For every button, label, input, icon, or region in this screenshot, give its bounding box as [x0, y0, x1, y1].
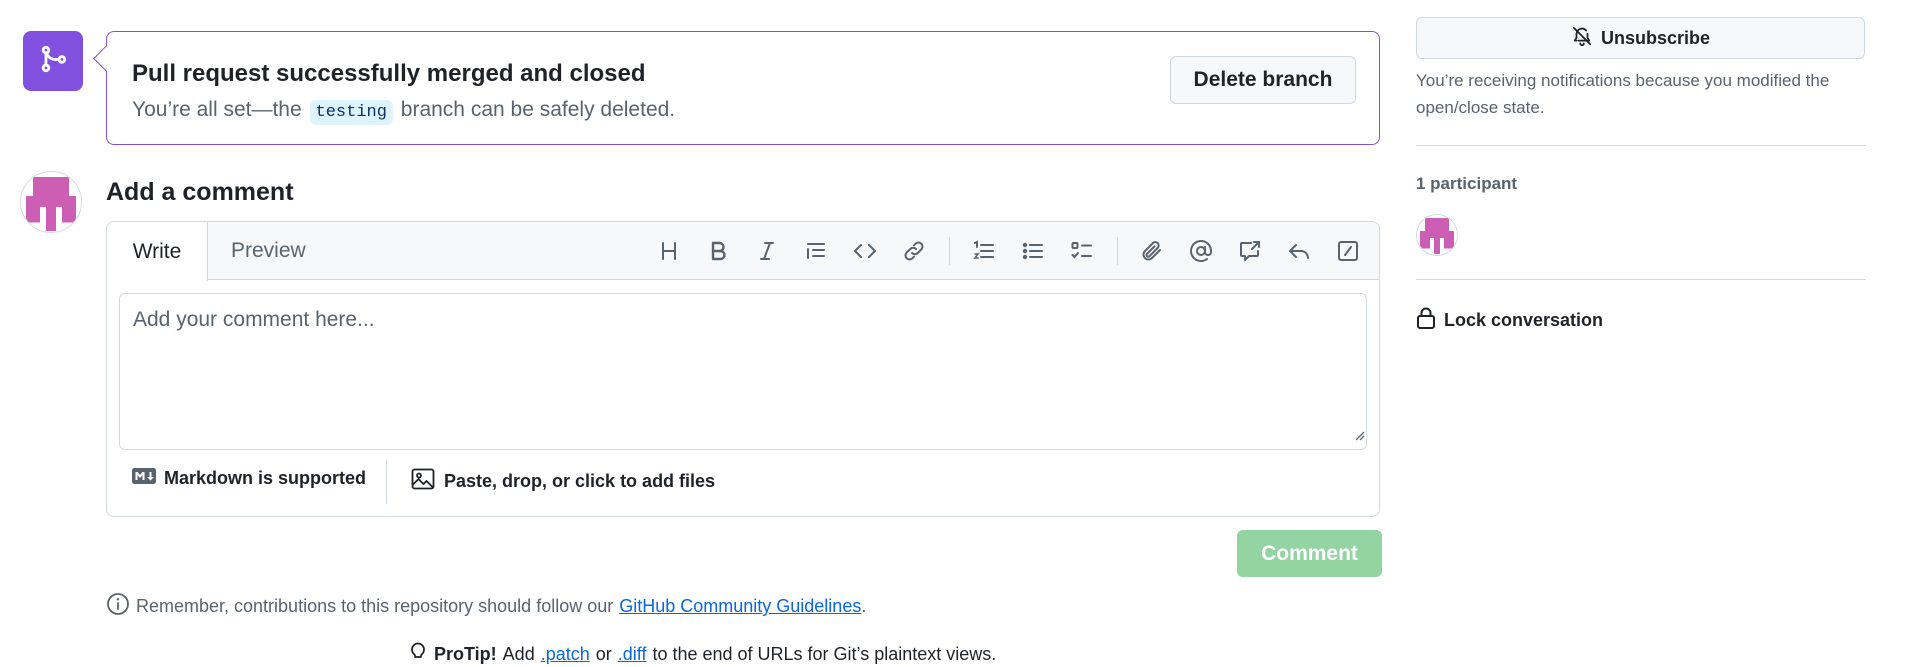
info-icon [106, 592, 130, 621]
lock-conversation-button[interactable]: Lock conversation [1416, 306, 1603, 335]
italic-icon[interactable] [752, 236, 782, 266]
add-comment-heading: Add a comment [106, 178, 294, 206]
reference-icon[interactable] [1235, 236, 1265, 266]
heading-icon[interactable] [654, 236, 684, 266]
link-icon[interactable] [899, 236, 929, 266]
avatar[interactable] [20, 171, 82, 233]
comment-textarea[interactable] [119, 293, 1367, 450]
comment-submit-button[interactable]: Comment [1237, 530, 1382, 577]
footer-divider [386, 460, 387, 504]
git-merge-icon [38, 44, 68, 79]
merge-box-pointer [93, 45, 120, 72]
sidebar-divider [1416, 279, 1866, 280]
merge-status-title: Pull request successfully merged and clo… [132, 60, 646, 87]
bell-slash-icon [1571, 25, 1593, 52]
merge-subtitle-text-after: branch can be safely deleted. [400, 98, 676, 121]
saved-replies-icon[interactable] [1284, 236, 1314, 266]
participant-avatar[interactable] [1416, 214, 1458, 256]
notification-reason: You’re receiving notifications because y… [1416, 71, 1830, 117]
unordered-list-icon[interactable] [1018, 236, 1048, 266]
lock-conversation-label: Lock conversation [1444, 310, 1604, 330]
resize-grip-icon[interactable] [1353, 428, 1365, 446]
protip: ProTip! Add .patch or .diff to the end o… [408, 642, 996, 667]
branch-name: testing [309, 100, 393, 125]
editor-header: Write Preview [107, 222, 1379, 281]
contribution-guidelines-notice: Remember, contributions to this reposito… [106, 592, 866, 621]
add-files-button[interactable]: Paste, drop, or click to add files [411, 468, 715, 495]
attach-icon[interactable] [1137, 236, 1167, 266]
unsubscribe-label: Unsubscribe [1600, 27, 1711, 48]
lock-icon [1416, 306, 1436, 335]
mention-icon[interactable] [1186, 236, 1216, 266]
add-files-label: Paste, drop, or click to add files [444, 471, 716, 491]
markdown-label: Markdown is supported [164, 468, 367, 488]
unsubscribe-button[interactable]: Unsubscribe [1416, 17, 1865, 59]
slash-commands-icon[interactable] [1333, 236, 1363, 266]
protip-label: ProTip! [434, 644, 497, 664]
toolbar-divider [949, 237, 950, 265]
merge-status-subtitle: You’re all set—the testing branch can be… [132, 98, 676, 125]
toolbar-divider [1117, 237, 1118, 265]
merged-status-badge [23, 31, 83, 91]
image-icon [411, 468, 435, 495]
bold-icon[interactable] [703, 236, 733, 266]
tab-write[interactable]: Write [107, 222, 208, 281]
markdown-icon [132, 468, 156, 489]
code-icon[interactable] [850, 236, 880, 266]
community-guidelines-link[interactable]: GitHub Community Guidelines [619, 596, 861, 616]
comment-editor: Write Preview Add your comment here... M… [106, 221, 1380, 517]
identicon [21, 172, 81, 232]
merge-subtitle-text-before: You’re all set—the [132, 98, 302, 121]
sidebar-divider [1416, 145, 1866, 146]
tab-preview[interactable]: Preview [231, 222, 306, 280]
identicon [1417, 215, 1457, 255]
participants-heading: 1 participant [1416, 174, 1518, 193]
task-list-icon[interactable] [1067, 236, 1097, 266]
markdown-supported-link[interactable]: Markdown is supported [132, 468, 366, 489]
guidelines-text: Remember, contributions to this reposito… [136, 596, 614, 616]
protip-text-3: to the end of URLs for Git’s plaintext v… [652, 644, 997, 664]
patch-link[interactable]: .patch [541, 644, 590, 665]
quote-icon[interactable] [801, 236, 831, 266]
protip-text-2: or [595, 644, 612, 664]
guidelines-text-end: . [861, 596, 867, 616]
diff-link[interactable]: .diff [618, 644, 647, 665]
merge-status-box: Pull request successfully merged and clo… [93, 31, 1380, 145]
delete-branch-button[interactable]: Delete branch [1170, 56, 1356, 104]
lightbulb-icon [408, 642, 428, 667]
ordered-list-icon[interactable] [969, 236, 999, 266]
protip-text-1: Add [502, 644, 535, 664]
